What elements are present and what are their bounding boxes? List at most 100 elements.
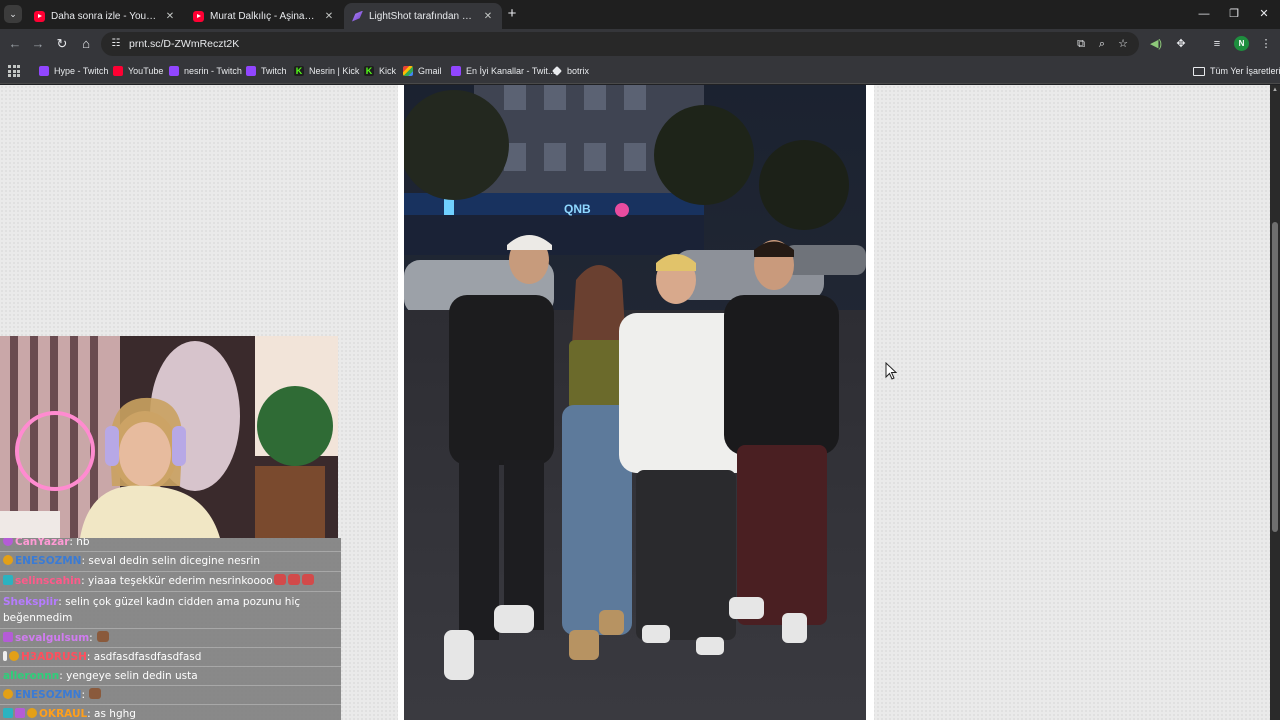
emote-icon bbox=[97, 631, 110, 642]
chat-text: : bbox=[81, 689, 86, 701]
reload-icon[interactable]: ↻ bbox=[53, 35, 71, 53]
profile-avatar[interactable]: N bbox=[1234, 36, 1249, 51]
tab-music-video[interactable]: Murat Dalkılıç - Aşinayız ft. Oğu ✕ bbox=[185, 3, 343, 29]
emote-icon bbox=[287, 574, 300, 585]
youtube-icon bbox=[34, 10, 45, 22]
bookmark-kick[interactable]: K Kick bbox=[364, 64, 396, 78]
bookmark-botrix[interactable]: botrix bbox=[552, 64, 589, 78]
bookmark-hype-twitch[interactable]: Hype - Twitch bbox=[39, 64, 108, 78]
tab-title: Daha sonra izle - YouTube bbox=[51, 10, 160, 22]
chat-text: : bbox=[89, 632, 93, 644]
chat-text: : yengeye selin dedin usta bbox=[59, 670, 198, 682]
mouse-cursor-icon bbox=[885, 362, 898, 380]
apps-grid-icon[interactable] bbox=[8, 65, 20, 77]
bookmark-gmail[interactable]: Gmail bbox=[403, 64, 442, 78]
all-bookmarks-button[interactable]: Tüm Yer İşaretleri bbox=[1193, 64, 1280, 78]
extensions-icon[interactable]: ✥ bbox=[1173, 36, 1189, 52]
close-icon[interactable]: ✕ bbox=[164, 11, 176, 22]
emote-icon bbox=[89, 688, 102, 699]
kick-icon: K bbox=[364, 66, 374, 76]
window-close-icon[interactable]: ✕ bbox=[1249, 4, 1279, 24]
tab-search-chevron-icon[interactable]: ⌄ bbox=[4, 5, 22, 23]
group-photo[interactable]: QNB bbox=[404, 85, 866, 720]
chat-username: sevalgulsum bbox=[15, 632, 90, 644]
restore-icon[interactable]: ❐ bbox=[1219, 4, 1249, 24]
back-arrow-icon[interactable]: ← bbox=[6, 35, 24, 53]
chat-message: sevalgulsum: bbox=[0, 629, 341, 647]
folder-icon bbox=[1193, 66, 1205, 76]
bank-sign: QNB bbox=[564, 202, 591, 216]
youtube-icon bbox=[113, 66, 123, 76]
home-icon[interactable]: ⌂ bbox=[77, 35, 95, 53]
twitch-icon bbox=[169, 66, 179, 76]
chat-message: OKRAUL: as hghg bbox=[0, 705, 341, 720]
chat-badge-icon bbox=[3, 555, 13, 565]
bookmark-label: Hype - Twitch bbox=[54, 66, 109, 76]
media-controls-icon[interactable]: ≡ bbox=[1209, 36, 1225, 52]
tab-strip: ⌄ Daha sonra izle - YouTube ✕ Murat Dalk… bbox=[0, 0, 1280, 29]
chat-badge-icon bbox=[3, 708, 13, 718]
bookmark-best-channels[interactable]: En İyi Kanallar - Twit... bbox=[451, 64, 555, 78]
kick-icon: K bbox=[294, 66, 304, 76]
minimize-icon[interactable]: — bbox=[1189, 4, 1219, 24]
chat-username: alleronnn bbox=[3, 670, 60, 682]
chat-message: selinscahin: yiaaa teşekkür ederim nesri… bbox=[0, 572, 341, 590]
bookmark-nesrin-twitch[interactable]: nesrin - Twitch bbox=[169, 64, 242, 78]
chat-text: : hb bbox=[69, 538, 90, 548]
bookmark-star-icon[interactable]: ☆ bbox=[1116, 37, 1130, 51]
close-icon[interactable]: ✕ bbox=[323, 11, 335, 22]
chat-username: CanYazar bbox=[15, 538, 70, 548]
emote-icon bbox=[273, 574, 286, 585]
stream-webcam-overlay bbox=[0, 336, 338, 538]
url-text[interactable]: prnt.sc/D-ZWmReczt2K bbox=[129, 38, 239, 50]
tab-watch-later[interactable]: Daha sonra izle - YouTube ✕ bbox=[26, 3, 184, 29]
page-scrollbar[interactable]: ▲ bbox=[1270, 85, 1280, 720]
bookmark-label: Nesrin | Kick bbox=[309, 66, 360, 76]
bookmark-youtube[interactable]: YouTube bbox=[113, 64, 163, 78]
chat-divider bbox=[0, 591, 341, 592]
chat-badge-icon bbox=[3, 538, 13, 546]
bookmark-nesrin-kick[interactable]: K Nesrin | Kick bbox=[294, 64, 359, 78]
more-menu-icon[interactable]: ⋮ bbox=[1258, 36, 1274, 52]
audio-playing-icon[interactable]: ◀) bbox=[1148, 36, 1164, 52]
cast-icon[interactable]: ⧉ bbox=[1074, 37, 1088, 51]
tab-title: Murat Dalkılıç - Aşinayız ft. Oğu bbox=[210, 10, 319, 22]
site-info-icon[interactable]: ☷ bbox=[109, 37, 123, 51]
zoom-icon[interactable]: ⌕ bbox=[1095, 37, 1109, 51]
botrix-icon bbox=[552, 66, 562, 76]
bookmark-label: Twitch bbox=[261, 66, 287, 76]
bookmark-label: Kick bbox=[379, 66, 397, 76]
bookmark-label: botrix bbox=[567, 66, 590, 76]
bookmarks-bar: Hype - Twitch YouTube nesrin - Twitch Tw… bbox=[0, 59, 1280, 84]
youtube-icon bbox=[193, 10, 204, 22]
twitch-icon bbox=[451, 66, 461, 76]
scrollbar-thumb[interactable] bbox=[1272, 222, 1278, 532]
emote-icon bbox=[301, 574, 314, 585]
chat-text: : yiaaa teşekkür ederim nesrinkoooo bbox=[81, 575, 273, 587]
chat-username: Shekspiir bbox=[3, 596, 59, 608]
chat-message: ENESOZMN: bbox=[0, 686, 341, 704]
bookmark-label: YouTube bbox=[128, 66, 164, 76]
tab-lightshot[interactable]: LightShot tarafından Ekran Görü ✕ bbox=[344, 3, 502, 29]
bookmark-twitch[interactable]: Twitch bbox=[246, 64, 287, 78]
chat-badge-icon bbox=[27, 708, 37, 718]
new-tab-button[interactable]: + bbox=[505, 6, 519, 22]
bookmark-label: nesrin - Twitch bbox=[184, 66, 242, 76]
lightshot-icon bbox=[352, 10, 363, 22]
stream-chat-overlay: CanYazar: hb ENESOZMN: seval dedin selin… bbox=[0, 538, 341, 720]
close-icon[interactable]: ✕ bbox=[482, 11, 494, 22]
chat-message: H3ADRUSH: asdfasdfasdfasdfasd bbox=[0, 648, 341, 666]
chat-message: CanYazar: hb bbox=[0, 538, 341, 551]
twitch-icon bbox=[39, 66, 49, 76]
chat-text: : seval dedin selin dicegine nesrin bbox=[81, 555, 260, 567]
chat-username: OKRAUL bbox=[39, 708, 88, 720]
screenshot-frame: QNB bbox=[398, 85, 874, 720]
chat-message: alleronnn: yengeye selin dedin usta bbox=[0, 667, 341, 685]
forward-arrow-icon[interactable]: → bbox=[29, 35, 47, 53]
chat-text: : as hghg bbox=[87, 708, 136, 720]
chat-badge-icon bbox=[15, 708, 25, 718]
scroll-up-icon[interactable]: ▲ bbox=[1271, 87, 1279, 93]
chat-badge-icon bbox=[3, 632, 13, 642]
address-bar[interactable]: ☷ prnt.sc/D-ZWmReczt2K ⧉ ⌕ ☆ bbox=[101, 32, 1139, 56]
twitch-icon bbox=[246, 66, 256, 76]
